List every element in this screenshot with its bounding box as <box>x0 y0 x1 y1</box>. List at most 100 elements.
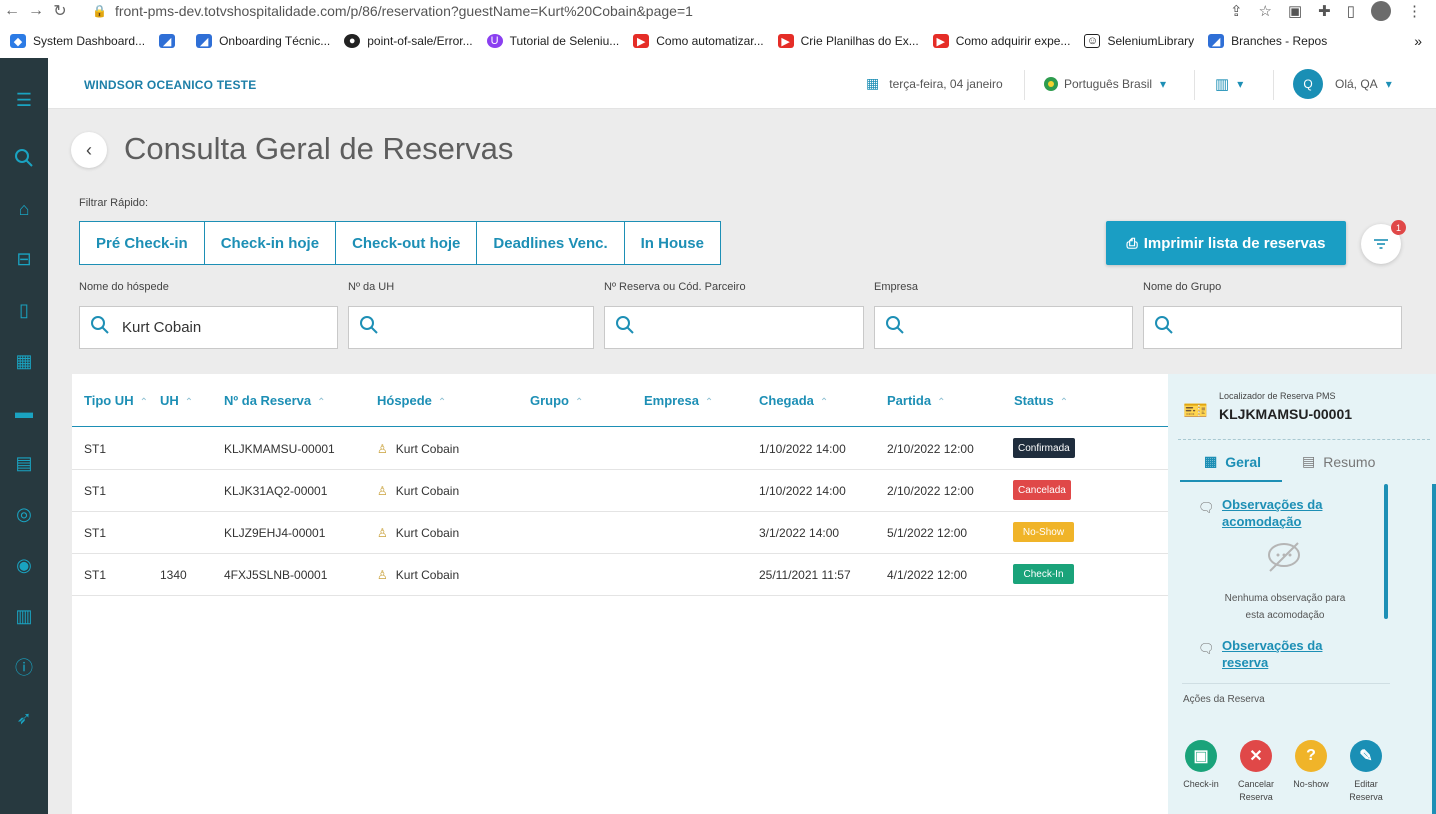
column-header-guest[interactable]: Hóspede ⌃ <box>377 393 446 408</box>
forward-arrow-icon[interactable]: → <box>24 2 48 20</box>
group-name-label: Nome do Grupo <box>1143 281 1222 293</box>
bookmark-item[interactable]: ▶ Como automatizar... <box>633 34 764 48</box>
quick-filter-checkin-today[interactable]: Check-in hoje <box>205 222 337 264</box>
bookmark-item[interactable]: U Tutorial de Seleniu... <box>486 34 619 48</box>
divider <box>1273 70 1274 100</box>
bookmark-item[interactable]: ▶ Crie Planilhas do Ex... <box>777 34 919 48</box>
checkin-action-button[interactable]: ▣ Check-in <box>1176 740 1226 791</box>
bookmark-item[interactable]: ◢ <box>159 34 182 48</box>
page-scrollbar[interactable] <box>1432 484 1436 814</box>
bookmark-item[interactable]: ◢ Branches - Repos <box>1208 34 1327 48</box>
language-selector[interactable]: Português Brasil ▾ <box>1044 58 1166 109</box>
quick-filter-pre-checkin[interactable]: Pré Check-in <box>80 222 205 264</box>
table-row[interactable]: ST1 KLJK31AQ2-00001 ♙ Kurt Cobain 1/10/20… <box>72 470 1168 512</box>
search-icon[interactable] <box>12 146 36 170</box>
column-header-tipo-uh[interactable]: Tipo UH ⌃ <box>84 393 148 408</box>
url-text[interactable]: front-pms-dev.totvshospitalidade.com/p/8… <box>115 3 693 19</box>
company-field[interactable] <box>874 306 1133 349</box>
home-icon[interactable]: ⌂ <box>12 197 36 221</box>
uh-number-input[interactable] <box>391 319 591 336</box>
menu-dots-icon[interactable]: ⋮ <box>1407 2 1422 20</box>
reservation-observations-link[interactable]: Observações da reserva <box>1222 637 1352 671</box>
tab-summary[interactable]: ▤ Resumo <box>1302 453 1375 470</box>
user-avatar: Q <box>1293 68 1323 99</box>
azure-devops-icon: ◢ <box>159 34 176 48</box>
trend-icon[interactable]: ◎ <box>12 502 36 526</box>
main-content: ‹ Consulta Geral de Reservas Filtrar Ráp… <box>48 109 1436 814</box>
quick-filter-deadlines[interactable]: Deadlines Venc. <box>477 222 625 264</box>
column-header-uh[interactable]: UH ⌃ <box>160 393 193 408</box>
comment-icon: 🗨 <box>1198 641 1215 656</box>
table-row[interactable]: ST1 1340 4FXJ5SLNB-00001 ♙ Kurt Cobain 25… <box>72 554 1168 596</box>
target-icon[interactable]: ◉ <box>12 553 36 577</box>
divider <box>1024 70 1025 100</box>
group-name-field[interactable] <box>1143 306 1402 349</box>
bookmark-item[interactable]: ◢ Onboarding Técnic... <box>196 34 330 48</box>
document-icon[interactable]: ▤ <box>12 451 36 475</box>
uh-number-field[interactable] <box>348 306 594 349</box>
calendar-grid-icon[interactable]: ▦ <box>12 349 36 373</box>
quick-filter-checkout-today[interactable]: Check-out hoje <box>336 222 478 264</box>
room-observations-link[interactable]: Observações da acomodação <box>1222 496 1352 530</box>
lock-icon[interactable]: 🔒 <box>92 4 107 18</box>
company-label: Empresa <box>874 281 919 293</box>
back-button[interactable]: ‹ <box>71 132 107 168</box>
table-row[interactable]: ST1 KLJKMAMSU-00001 ♙ Kurt Cobain 1/10/20… <box>72 428 1168 470</box>
guest-name-field[interactable] <box>79 306 338 349</box>
uh-number-label: Nº da UH <box>348 281 395 293</box>
chevron-down-icon: ▾ <box>1385 76 1392 91</box>
bookmark-item[interactable]: ▶ Como adquirir expe... <box>932 34 1070 48</box>
report-icon[interactable]: ▥ <box>12 604 36 628</box>
column-header-arrival[interactable]: Chegada ⌃ <box>759 393 828 408</box>
housekeeping-bed-icon[interactable]: ▬ <box>12 400 36 424</box>
extension-icon[interactable]: ▣ <box>1288 2 1302 20</box>
star-icon[interactable]: ☆ <box>1259 2 1272 20</box>
column-header-group[interactable]: Grupo ⌃ <box>530 393 583 408</box>
cancel-reservation-button[interactable]: ✕ Cancelar Reserva <box>1231 740 1281 804</box>
table-row[interactable]: ST1 KLJZ9EHJ4-00001 ♙ Kurt Cobain 3/1/202… <box>72 512 1168 554</box>
guest-person-icon: ♙ <box>377 484 388 498</box>
bookmark-item[interactable]: ◆ System Dashboard... <box>10 34 145 48</box>
summary-icon: ▤ <box>1302 453 1316 469</box>
guest-name-input[interactable] <box>122 319 322 336</box>
company-input[interactable] <box>917 319 1117 336</box>
share-icon[interactable]: ⇪ <box>1230 2 1243 20</box>
bookmarks-bar: ◆ System Dashboard... ◢ ◢ Onboarding Técni… <box>0 28 1436 54</box>
column-header-reservation[interactable]: Nº da Reserva ⌃ <box>224 393 326 408</box>
rocket-icon[interactable]: ➶ <box>12 706 36 730</box>
sort-icon: ⌃ <box>437 397 447 408</box>
azure-devops-icon: ◢ <box>196 34 213 48</box>
property-selector[interactable]: ▥ ▾ <box>1215 58 1243 109</box>
bookmark-item[interactable]: ☺ SeleniumLibrary <box>1084 34 1194 48</box>
profile-avatar[interactable] <box>1371 1 1391 21</box>
help-icon[interactable]: ⓘ <box>12 655 36 679</box>
no-show-button[interactable]: ? No-show <box>1286 740 1336 791</box>
search-icon <box>359 315 381 340</box>
bed-icon[interactable]: ⊟ <box>12 247 36 271</box>
print-reservations-button[interactable]: ⎙ Imprimir lista de reservas <box>1106 221 1346 265</box>
date-display[interactable]: ▦ terça-feira, 04 janeiro <box>866 58 1003 109</box>
quick-filter-group: Pré Check-in Check-in hoje Check-out hoj… <box>79 221 721 265</box>
reservation-number-input[interactable] <box>647 319 847 336</box>
side-panel-icon[interactable]: ▯ <box>1347 2 1355 20</box>
reload-icon[interactable]: ↻ <box>48 1 72 21</box>
back-arrow-icon[interactable]: ← <box>0 2 24 20</box>
quick-filter-in-house[interactable]: In House <box>625 222 720 264</box>
bookmark-item[interactable]: ● point-of-sale/Error... <box>344 34 473 48</box>
edit-reservation-button[interactable]: ✎ Editar Reserva <box>1341 740 1391 804</box>
column-header-status[interactable]: Status ⌃ <box>1014 393 1068 408</box>
user-menu[interactable]: Q Olá, QA ▾ <box>1293 58 1392 109</box>
luggage-icon[interactable]: ▯ <box>12 298 36 322</box>
tab-general[interactable]: ▦ Geral <box>1204 453 1261 470</box>
puzzle-icon[interactable]: ✚ <box>1318 2 1331 20</box>
active-tab-indicator <box>1180 480 1282 482</box>
hamburger-menu-icon[interactable]: ☰ <box>12 88 36 112</box>
guest-name-label: Nome do hóspede <box>79 281 169 293</box>
filter-count-badge: 1 <box>1391 220 1406 235</box>
group-name-input[interactable] <box>1186 319 1386 336</box>
column-header-departure[interactable]: Partida ⌃ <box>887 393 945 408</box>
bookmarks-more-button[interactable]: » <box>1414 33 1436 49</box>
panel-scrollbar[interactable] <box>1384 484 1388 619</box>
column-header-company[interactable]: Empresa ⌃ <box>644 393 713 408</box>
reservation-number-field[interactable] <box>604 306 864 349</box>
